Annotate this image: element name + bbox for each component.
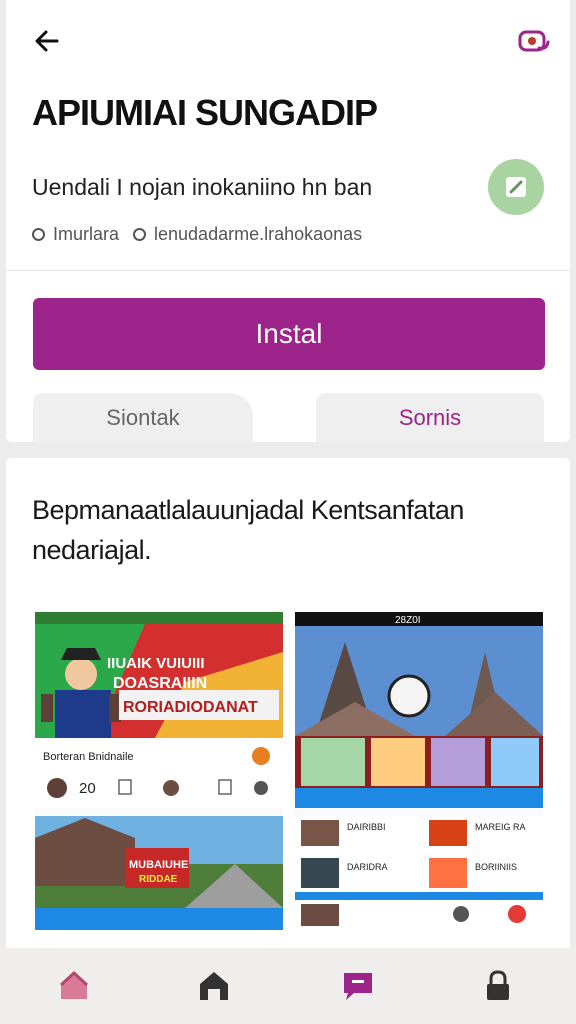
lock-icon: [487, 970, 509, 1000]
card-title: Borteran Bnidnaile: [43, 751, 134, 763]
list-item-2: MAREIG RA: [475, 822, 526, 832]
arrow-left-icon: [35, 30, 59, 52]
screenshot-right-graphic: 28Z0I DAIRIBBI MAREIG RA DARIDRA BORIINI…: [295, 612, 543, 944]
description-text: Bepmanaatlalauunjadal Kentsanfatan nedar…: [32, 495, 464, 565]
developer-label: Imurlara: [53, 224, 120, 244]
screenshot-right[interactable]: 28Z0I DAIRIBBI MAREIG RA DARIDRA BORIINI…: [295, 612, 543, 944]
store-icon: [200, 972, 228, 1000]
circle-icon: [32, 228, 45, 241]
app-header-card: [6, 0, 570, 442]
nav-lock[interactable]: [474, 962, 522, 1010]
nav-store[interactable]: [190, 962, 238, 1010]
header-divider: [6, 270, 570, 271]
home-icon: [59, 971, 89, 999]
tab-sornis[interactable]: Sornis: [316, 393, 544, 442]
screenshot-left[interactable]: IIUAIK VUIUIII DOASRAIIIN RORIADIODANAT …: [35, 612, 283, 944]
status-time: 28Z0I: [395, 615, 421, 626]
count-label: 20: [79, 780, 96, 797]
nav-chat[interactable]: [334, 962, 382, 1010]
app-title: APIUMIAI SUNGADIP: [32, 92, 378, 133]
tab-siontak[interactable]: Siontak: [33, 393, 253, 442]
chat-icon: [344, 973, 372, 1000]
profile-switch-icon: [518, 30, 550, 52]
tile-banner-line-2: RIDDAE: [139, 874, 178, 885]
circle-icon: [133, 228, 147, 241]
edit-button[interactable]: [488, 159, 544, 215]
banner-line-3: RORIADIODANAT: [123, 699, 258, 716]
profile-button[interactable]: [514, 24, 554, 58]
bottom-nav: [0, 948, 576, 1024]
install-button[interactable]: Instal: [33, 298, 545, 370]
edit-icon: [506, 177, 526, 197]
category-label: lenudadarme.lrahokaonas: [154, 224, 363, 244]
screenshot-left-graphic: IIUAIK VUIUIII DOASRAIIIN RORIADIODANAT …: [35, 612, 283, 944]
app-subtitle: Uendali I nojan inokaniino hn ban: [32, 174, 373, 200]
back-button[interactable]: [30, 24, 64, 58]
tile-banner-line-1: MUBAIUHE: [129, 859, 188, 871]
nav-home[interactable]: [50, 962, 98, 1010]
banner-line-2: DOASRAIIIN: [113, 675, 207, 692]
list-item-3: DARIDRA: [347, 862, 388, 872]
list-item-4: BORIINIIS: [475, 862, 517, 872]
app-meta-row: Imurlara lenudadarme.lrahokaonas: [32, 224, 362, 245]
list-item-1: DAIRIBBI: [347, 822, 386, 832]
banner-line-1: IIUAIK VUIUIII: [107, 655, 205, 672]
